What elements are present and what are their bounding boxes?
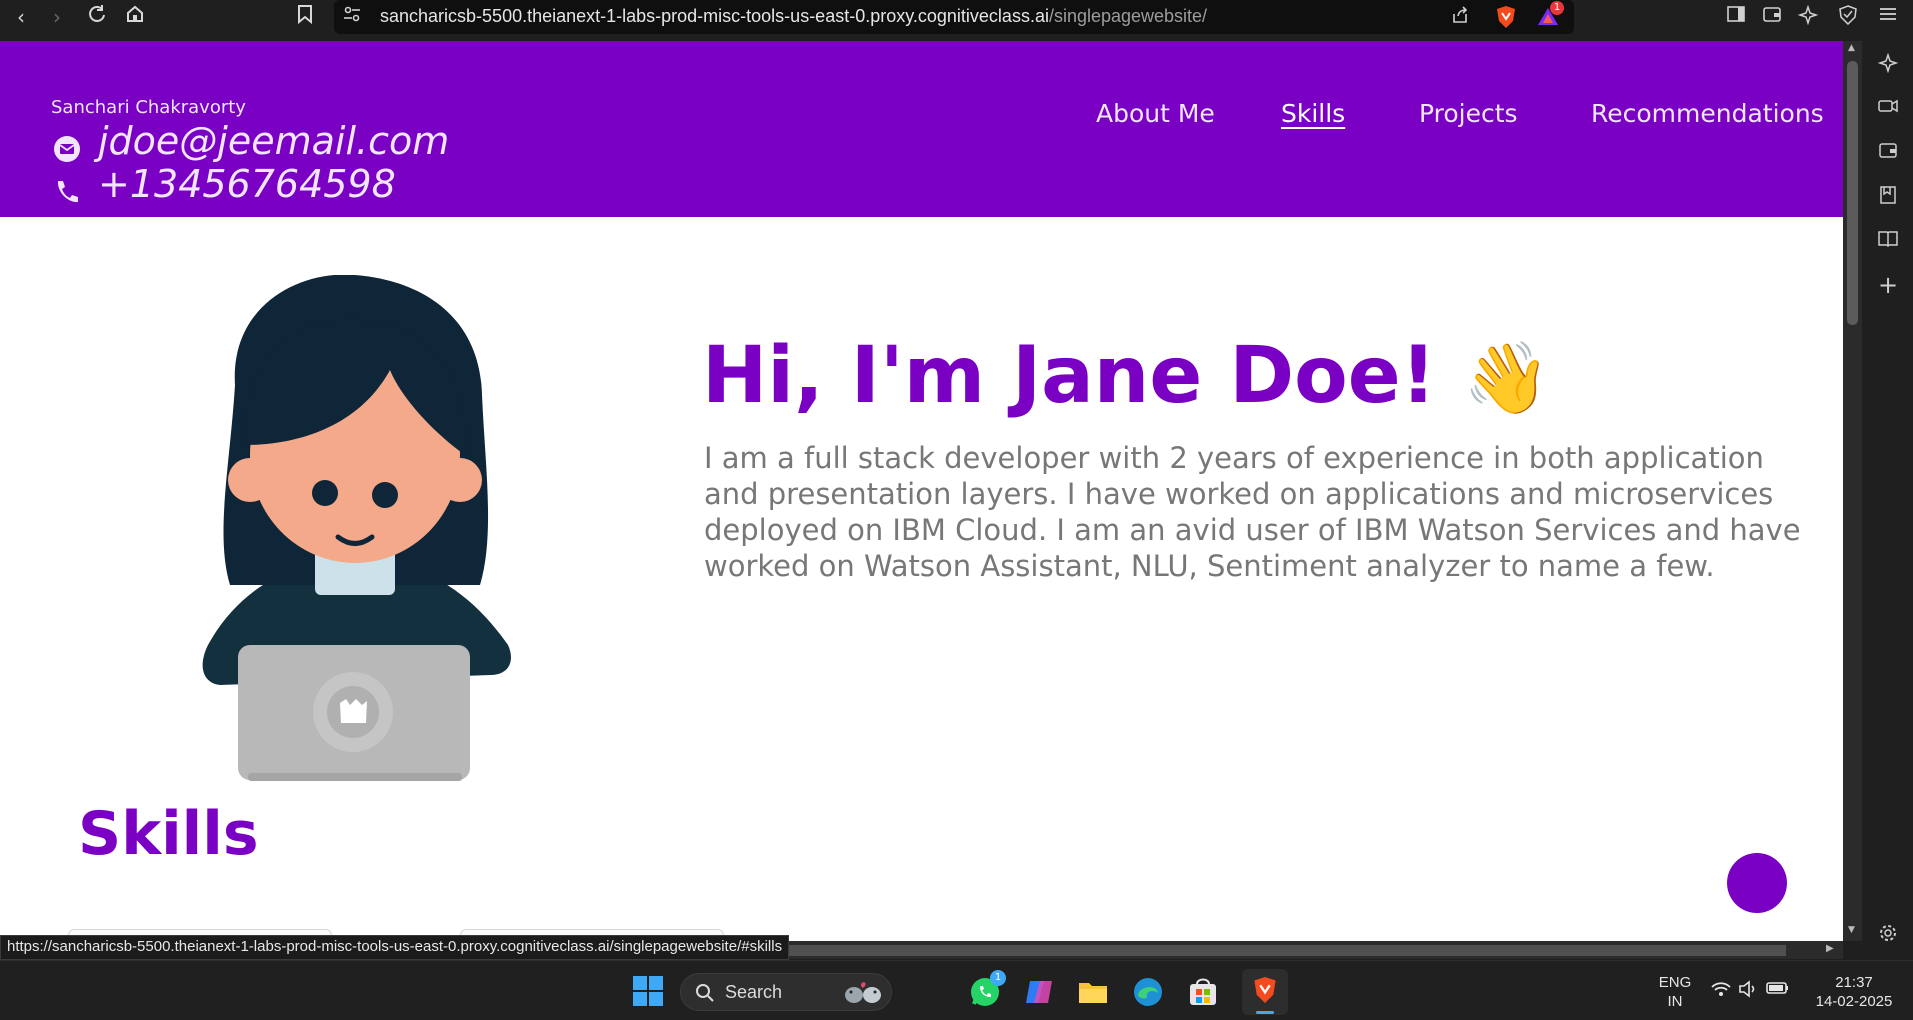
phone-link[interactable]: +13456764598 [98,162,396,206]
sidebar-toggle-icon[interactable] [1724,5,1748,29]
reload-icon[interactable] [84,4,110,30]
rewards-badge: 1 [1550,1,1564,15]
site-settings-icon[interactable] [340,5,364,29]
file-explorer-icon[interactable] [1076,975,1110,1009]
email-icon [52,129,82,162]
taskbar: Search 1 ENG IN 21:37 14-02-2025 [0,960,1913,1020]
share-icon[interactable] [1448,5,1472,29]
phone-icon [52,172,82,202]
copilot-icon[interactable] [1022,975,1056,1009]
nav-skills[interactable]: Skills [1281,99,1345,128]
search-label: Search [725,982,783,1002]
scrollbar-thumb[interactable] [1847,61,1858,325]
whatsapp-icon[interactable]: 1 [968,970,1006,1009]
back-icon[interactable]: ‹ [8,4,34,30]
store-icon[interactable] [1186,975,1220,1009]
wallet-sidebar-icon[interactable] [1876,141,1900,165]
email-link[interactable]: jdoe@jeemail.com [98,119,449,163]
bookmark-icon[interactable] [292,4,318,30]
menu-icon[interactable] [1876,5,1900,29]
waving-hand-emoji: 👋 [1463,337,1551,419]
owner-name: Sanchari Chakravorty [51,97,246,118]
developer-avatar-illustration [202,275,511,781]
brave-rewards-icon[interactable]: 1 [1536,1,1564,29]
vertical-scrollbar[interactable]: ▲ ▼ [1843,41,1862,941]
hero-description: I am a full stack developer with 2 years… [704,441,1801,583]
add-panel-icon[interactable]: + [1876,273,1900,297]
taskbar-search[interactable]: Search [680,973,892,1011]
language-indicator[interactable]: ENG IN [1652,973,1698,1011]
nav-recommendations[interactable]: Recommendations [1591,99,1824,128]
brave-taskbar-icon[interactable] [1242,969,1288,1015]
phone-row: +13456764598 [52,162,396,206]
edge-icon[interactable] [1131,975,1165,1009]
volume-icon[interactable] [1738,979,1762,1003]
search-icon [696,984,714,1002]
windows-start-icon[interactable] [632,975,666,1009]
birds-widget-icon [845,982,881,1003]
browser-toolbar: ‹ › sancharicsb-5500.theianext-1-labs-pr… [0,0,1913,34]
talk-icon[interactable] [1876,97,1900,121]
scroll-to-top-button[interactable] [1727,853,1787,913]
sidebar-settings-icon[interactable] [1876,923,1900,947]
clock[interactable]: 21:37 14-02-2025 [1806,973,1902,1011]
reading-list-icon[interactable] [1876,229,1900,253]
skills-heading: Skills [78,799,259,869]
address-bar[interactable]: sancharicsb-5500.theianext-1-labs-prod-m… [334,0,1574,34]
wifi-icon[interactable] [1710,979,1734,1003]
clock-time: 21:37 [1835,974,1873,991]
battery-icon[interactable] [1766,979,1792,1003]
nav-projects[interactable]: Projects [1419,99,1518,128]
scroll-down-icon[interactable]: ▼ [1848,925,1855,935]
scroll-up-icon[interactable]: ▲ [1848,43,1855,53]
leo-ai-icon[interactable] [1796,4,1820,29]
link-preview-status: https://sancharicsb-5500.theianext-1-lab… [0,935,790,960]
leo-ai-sidebar-icon[interactable] [1876,52,1900,77]
brave-shields-icon[interactable] [1494,5,1518,29]
site-header: Sanchari Chakravorty jdoe@jeemail.com +1… [0,41,1843,217]
hero-title: Hi, I'm Jane Doe! 👋 [702,331,1551,421]
page-viewport: Sanchari Chakravorty jdoe@jeemail.com +1… [0,41,1843,941]
scroll-right-icon[interactable]: ▶ [1826,943,1834,954]
browser-sidebar: + [1862,33,1913,961]
whatsapp-badge: 1 [990,970,1006,986]
bookmarks-sidebar-icon[interactable] [1876,185,1900,209]
url-text[interactable]: sancharicsb-5500.theianext-1-labs-prod-m… [380,6,1207,27]
forward-icon[interactable]: › [44,4,70,30]
vpn-icon[interactable] [1836,5,1860,29]
home-icon[interactable] [122,4,148,30]
nav-about-me[interactable]: About Me [1096,99,1215,128]
email-row: jdoe@jeemail.com [52,119,449,163]
wallet-icon[interactable] [1760,5,1784,29]
clock-date: 14-02-2025 [1815,993,1893,1010]
